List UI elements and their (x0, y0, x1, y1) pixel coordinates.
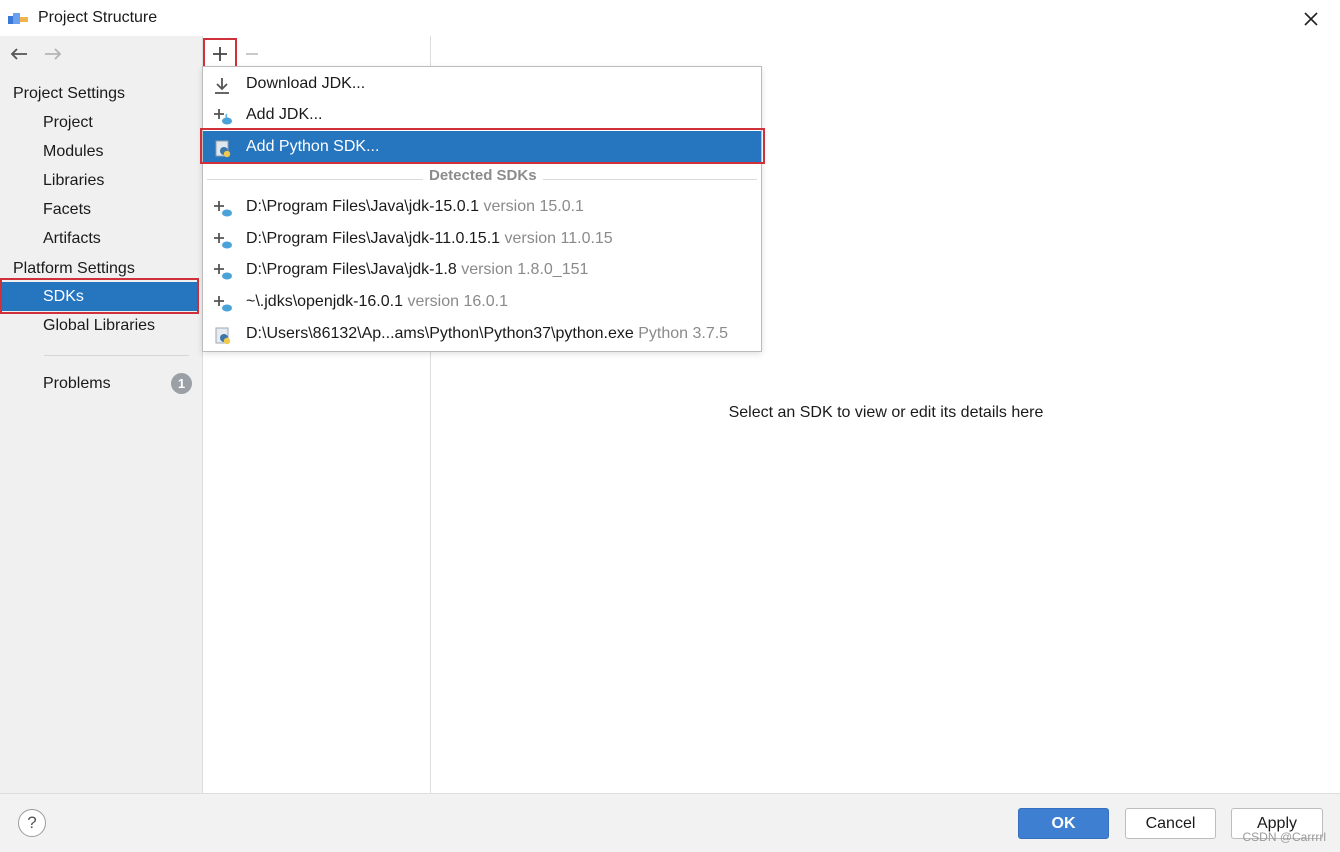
java-sdk-icon (213, 261, 233, 280)
sidebar-item-label: Libraries (43, 172, 105, 189)
sdk-version: version 1.8.0_151 (461, 261, 589, 278)
project-settings-header: Project Settings (13, 85, 126, 102)
cancel-button[interactable]: Cancel (1125, 808, 1216, 839)
minus-icon (246, 53, 258, 55)
python-sdk-icon (213, 138, 233, 158)
menu-item-add-jdk[interactable]: Add JDK... (203, 99, 761, 130)
sidebar-item-global-libraries[interactable]: Global Libraries (0, 311, 198, 340)
add-sdk-button[interactable] (204, 40, 236, 68)
detected-sdk-item[interactable]: D:\Users\86132\Ap...ams\Python\Python37\… (203, 318, 761, 349)
help-icon[interactable]: ? (18, 809, 46, 837)
sdk-version: version 15.0.1 (483, 198, 584, 215)
sidebar-item-label: Modules (43, 143, 104, 160)
intellij-app-icon (8, 11, 30, 25)
java-sdk-icon (213, 293, 233, 312)
sdk-path: D:\Users\86132\Ap...ams\Python\Python37\… (246, 325, 634, 342)
remove-sdk-button[interactable] (236, 40, 268, 68)
python-sdk-icon (213, 325, 233, 345)
java-sdk-icon (213, 106, 233, 125)
window-title: Project Structure (38, 9, 158, 26)
sidebar-item-artifacts[interactable]: Artifacts (0, 224, 198, 253)
detected-sdk-item[interactable]: D:\Program Files\Java\jdk-1.8 version 1.… (203, 254, 761, 285)
sdk-version: version 11.0.15 (504, 230, 613, 247)
sidebar-item-label: Artifacts (43, 230, 101, 247)
platform-settings-header: Platform Settings (13, 260, 135, 277)
ok-button[interactable]: OK (1018, 808, 1109, 839)
sdk-path: D:\Program Files\Java\jdk-1.8 (246, 261, 457, 278)
arrow-left-icon[interactable] (8, 46, 30, 62)
sidebar-item-libraries[interactable]: Libraries (0, 166, 198, 195)
sidebar-item-label: Facets (43, 201, 92, 218)
sdk-path: D:\Program Files\Java\jdk-11.0.15.1 (246, 230, 501, 247)
detected-sdks-header: Detected SDKs (423, 167, 543, 184)
sdk-path: ~\.jdks\openjdk-16.0.1 (246, 293, 403, 310)
detail-placeholder-text: Select an SDK to view or edit its detail… (728, 404, 1044, 421)
close-icon[interactable] (1300, 8, 1322, 30)
sidebar-divider (44, 355, 189, 356)
menu-item-label: Add JDK... (246, 106, 323, 123)
detected-sdk-item[interactable]: ~\.jdks\openjdk-16.0.1 version 16.0.1 (203, 286, 761, 317)
detected-sdk-item[interactable]: D:\Program Files\Java\jdk-15.0.1 version… (203, 191, 761, 222)
sidebar-item-project[interactable]: Project (0, 108, 198, 137)
menu-item-label: Download JDK... (246, 75, 366, 92)
sdk-version: version 16.0.1 (407, 293, 508, 310)
sdk-version: Python 3.7.5 (638, 325, 729, 342)
arrow-right-icon[interactable] (42, 46, 64, 62)
menu-item-download-jdk[interactable]: Download JDK... (203, 68, 761, 99)
plus-icon (213, 47, 227, 61)
dialog-footer: ? OK Cancel Apply CSDN @Carrrrl (0, 793, 1340, 852)
menu-item-add-python-sdk[interactable]: Add Python SDK... (203, 131, 761, 162)
sidebar-item-label: SDKs (43, 288, 84, 305)
detected-sdk-item[interactable]: D:\Program Files\Java\jdk-11.0.15.1 vers… (203, 223, 761, 254)
java-sdk-icon (213, 230, 233, 249)
title-bar: Project Structure (0, 0, 1340, 36)
watermark-text: CSDN @Carrrrl (1242, 830, 1326, 844)
sidebar-item-problems[interactable]: Problems (0, 369, 198, 398)
sidebar-item-modules[interactable]: Modules (0, 137, 198, 166)
menu-item-label: Add Python SDK... (246, 138, 380, 155)
download-icon (213, 75, 233, 94)
sidebar-item-label: Global Libraries (43, 317, 156, 334)
java-sdk-icon (213, 198, 233, 217)
sidebar-item-sdks[interactable]: SDKs (0, 282, 198, 311)
settings-sidebar: Project Settings Project Modules Librari… (0, 36, 202, 793)
sdk-path: D:\Program Files\Java\jdk-15.0.1 (246, 198, 479, 215)
sidebar-item-label: Problems (43, 375, 111, 392)
add-sdk-popup-menu: Download JDK... Add JDK... Add Python SD… (202, 66, 762, 352)
sidebar-item-facets[interactable]: Facets (0, 195, 198, 224)
sidebar-item-label: Project (43, 114, 93, 131)
problems-count-badge: 1 (171, 373, 192, 394)
detected-sdks-separator: Detected SDKs (203, 167, 761, 187)
